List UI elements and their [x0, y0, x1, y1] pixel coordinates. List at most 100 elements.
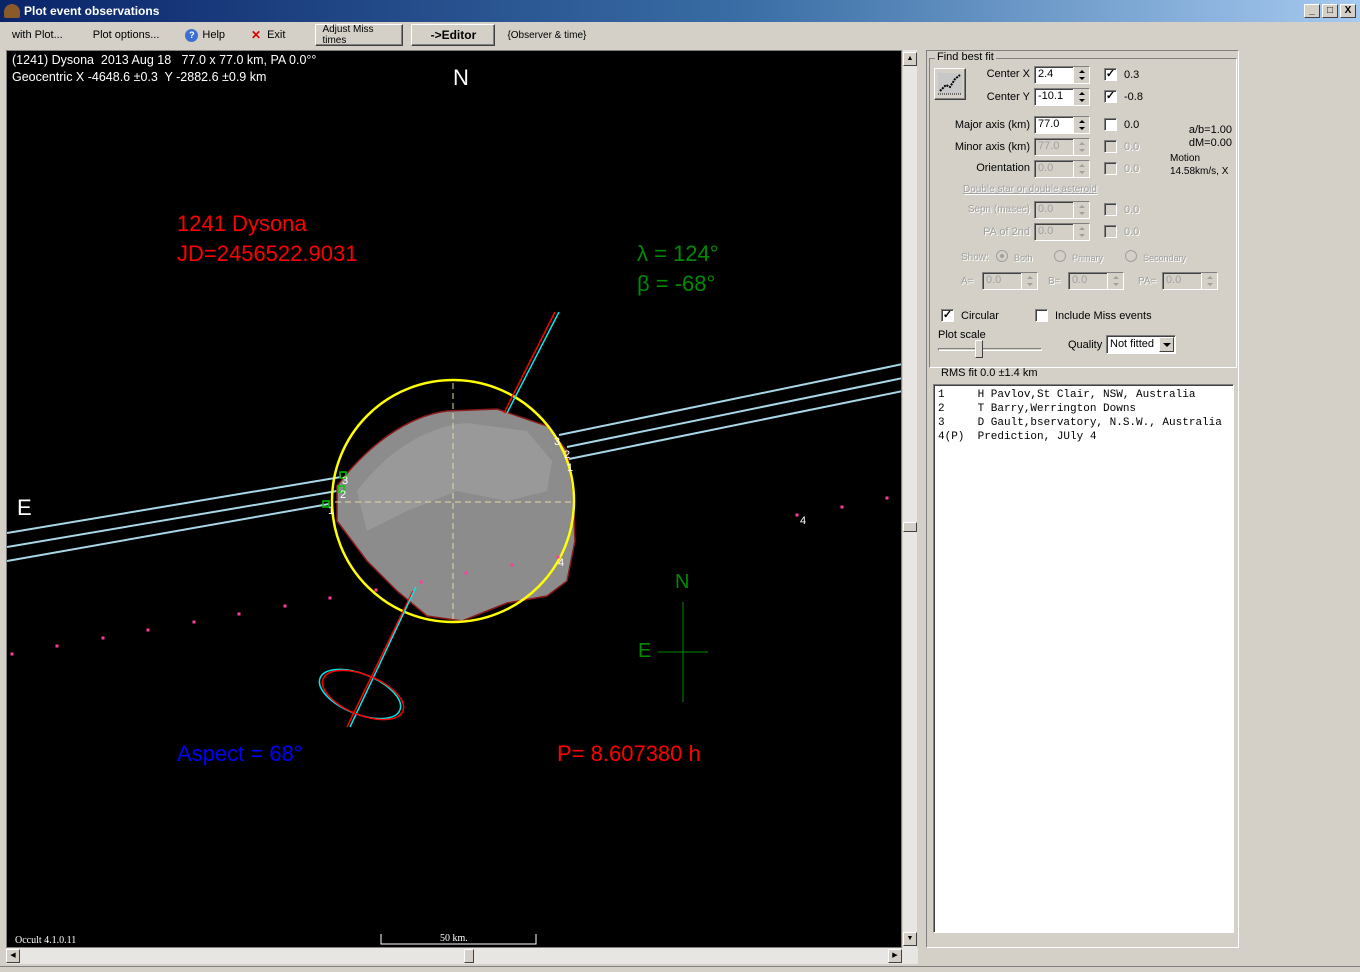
dm-value: dM=0.00	[1188, 137, 1232, 149]
sepn-spin-arrows[interactable]	[1073, 202, 1089, 218]
east-label: E	[17, 495, 32, 520]
compass-e-label: E	[638, 640, 652, 662]
version-label: Occult 4.1.0.11	[15, 935, 77, 946]
b-spinner[interactable]: 0.0	[1068, 272, 1124, 290]
chevron-down-icon[interactable]	[1159, 337, 1174, 352]
editor-button[interactable]: ->Editor	[411, 24, 496, 46]
prediction-label-outer: 4	[800, 515, 807, 527]
pa2-spin-arrows[interactable]	[1073, 224, 1089, 240]
menu-plot-options[interactable]: Plot options...	[85, 24, 168, 46]
center-y-label: Center Y	[986, 91, 1030, 103]
prediction-point	[146, 628, 150, 632]
include-miss-checkbox[interactable]	[1035, 309, 1048, 322]
show-primary-radio[interactable]	[1054, 250, 1066, 262]
plot-vertical-scrollbar[interactable]: ▲ ▼	[903, 50, 917, 948]
scroll-up-button[interactable]: ▲	[903, 52, 917, 66]
menu-with-plot[interactable]: with Plot...	[4, 24, 71, 46]
center-x-spin-arrows[interactable]	[1073, 67, 1089, 83]
horizontal-scroll-thumb[interactable]	[464, 949, 474, 963]
pa-value: 0.0	[1166, 274, 1182, 286]
observer-list[interactable]: 1 H Pavlov,St Clair, NSW, Australia 2 T …	[933, 384, 1234, 933]
prediction-label-inner: 4	[558, 557, 565, 569]
major-axis-delta: 0.0	[1124, 119, 1140, 131]
minimize-button[interactable]: _	[1304, 4, 1320, 18]
chord-label-right-3: 3	[554, 436, 561, 448]
a-spinner[interactable]: 0.0	[982, 272, 1038, 290]
aspect-label: Aspect = 68°	[177, 741, 303, 766]
menu-help[interactable]: ? Help	[177, 24, 233, 46]
sepn-label: Sepn (masec)	[967, 204, 1030, 215]
prediction-point	[328, 596, 332, 600]
list-item[interactable]: 1 H Pavlov,St Clair, NSW, Australia	[938, 388, 1233, 402]
scale-bar-label: 50 km.	[440, 933, 468, 944]
minor-axis-checkbox[interactable]	[1104, 140, 1117, 153]
sepn-checkbox[interactable]	[1104, 203, 1117, 216]
major-axis-checkbox[interactable]	[1104, 118, 1117, 131]
pa2-spinner[interactable]: 0.0	[1034, 223, 1090, 241]
prediction-point	[464, 571, 468, 575]
plot-horizontal-scrollbar[interactable]: ◀ ▶	[6, 948, 918, 964]
spin-axis-lower-cyan	[349, 586, 417, 728]
center-x-checkbox[interactable]: ✓	[1104, 68, 1117, 81]
sepn-value: 0.0	[1038, 203, 1054, 215]
scroll-down-button[interactable]: ▼	[903, 932, 917, 946]
plot-canvas[interactable]: (1241) Dysona 2013 Aug 18 77.0 x 77.0 km…	[6, 50, 902, 948]
pa-spinner[interactable]: 0.0	[1162, 272, 1218, 290]
jd-label: JD=2456522.9031	[177, 241, 358, 266]
close-button[interactable]: X	[1340, 4, 1356, 18]
scroll-right-button[interactable]: ▶	[888, 949, 902, 963]
orientation-spinner[interactable]: 0.0	[1034, 160, 1090, 178]
pa2-checkbox[interactable]	[1104, 225, 1117, 238]
circular-checkbox[interactable]: ✓	[941, 309, 954, 322]
sepn-spinner[interactable]: 0.0	[1034, 201, 1090, 219]
minor-axis-value: 77.0	[1038, 140, 1060, 152]
list-item[interactable]: 2 T Barry,Werrington Downs	[938, 402, 1233, 416]
show-primary-label: Primary	[1072, 253, 1103, 263]
a-spin-arrows[interactable]	[1021, 273, 1037, 289]
chord-label-right-1: 1	[567, 462, 574, 474]
menu-exit[interactable]: ✕ Exit	[243, 24, 293, 46]
b-value: 0.0	[1072, 274, 1088, 286]
list-item[interactable]: 3 D Gault,bservatory, N.S.W., Australia	[938, 416, 1233, 430]
b-spin-arrows[interactable]	[1107, 273, 1123, 289]
center-y-checkbox[interactable]: ✓	[1104, 90, 1117, 103]
ab-ratio: a/b=1.00	[1188, 124, 1232, 136]
prediction-point	[885, 496, 889, 500]
show-label: Show:	[961, 252, 989, 263]
center-y-spin-arrows[interactable]	[1073, 89, 1089, 105]
show-both-radio[interactable]	[996, 250, 1008, 262]
minor-axis-spinner[interactable]: 77.0	[1034, 138, 1090, 156]
pa2-value: 0.0	[1038, 225, 1054, 237]
pa-spin-arrows[interactable]	[1201, 273, 1217, 289]
prediction-point	[10, 652, 14, 656]
list-item[interactable]: 4(P) Prediction, JUly 4	[938, 430, 1233, 444]
minor-axis-label: Minor axis (km)	[954, 141, 1030, 153]
app-icon	[4, 4, 20, 18]
a-value: 0.0	[986, 274, 1002, 286]
quality-dropdown[interactable]: Not fitted	[1106, 335, 1176, 354]
minor-axis-spin-arrows[interactable]	[1073, 139, 1089, 155]
double-star-heading: Double star or double asteroid	[963, 184, 1097, 195]
vertical-scroll-thumb[interactable]	[903, 522, 917, 532]
orientation-value: 0.0	[1038, 162, 1054, 174]
orientation-spin-arrows[interactable]	[1073, 161, 1089, 177]
maximize-button[interactable]: □	[1322, 4, 1338, 18]
quality-label: Quality	[1068, 339, 1103, 351]
show-secondary-radio[interactable]	[1125, 250, 1137, 262]
center-y-spinner[interactable]: -10.1	[1034, 88, 1090, 106]
major-axis-spin-arrows[interactable]	[1073, 117, 1089, 133]
menu-observer-time[interactable]: {Observer & time}	[499, 24, 594, 46]
chord-1-right	[568, 390, 901, 460]
exit-x-icon: ✕	[251, 28, 262, 42]
plot-scale-slider-track[interactable]	[938, 348, 1042, 351]
adjust-miss-times-button[interactable]: Adjust Miss times	[315, 24, 404, 46]
plot-header-line1: (1241) Dysona 2013 Aug 18 77.0 x 77.0 km…	[12, 53, 317, 67]
scroll-left-button[interactable]: ◀	[6, 949, 20, 963]
plot-scale-slider-thumb[interactable]	[975, 340, 983, 358]
chord-label-left-1: 1	[328, 505, 335, 517]
period-label: P= 8.607380 h	[557, 741, 701, 766]
center-x-spinner[interactable]: 2.4	[1034, 66, 1090, 84]
major-axis-spinner[interactable]: 77.0	[1034, 116, 1090, 134]
orientation-checkbox[interactable]	[1104, 162, 1117, 175]
beta-label: β = -68°	[637, 271, 716, 296]
